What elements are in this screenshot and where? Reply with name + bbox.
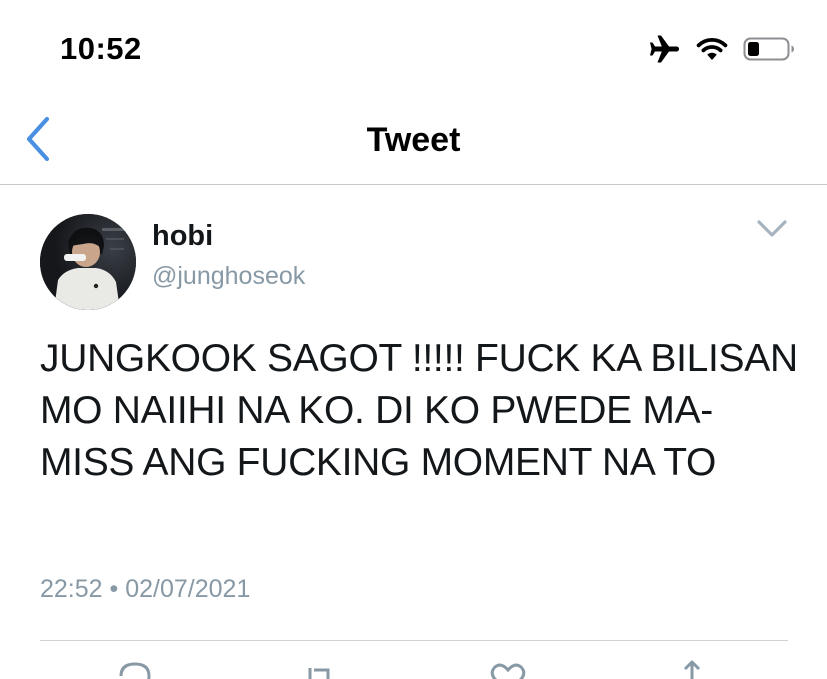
- retweet-button[interactable]: [298, 658, 338, 679]
- status-time: 10:52: [60, 31, 142, 66]
- tweet-menu-button[interactable]: [752, 215, 792, 243]
- wifi-icon: [695, 36, 729, 67]
- tweet-time: 22:52: [40, 575, 103, 603]
- display-name[interactable]: hobi: [152, 219, 213, 253]
- meta-separator: •: [109, 575, 119, 603]
- action-bar: [0, 658, 827, 679]
- divider: [40, 640, 788, 641]
- like-button[interactable]: [488, 658, 528, 679]
- nav-bar: Tweet: [0, 100, 827, 185]
- page-title: Tweet: [366, 121, 461, 159]
- tweet-timestamp: 22:52 • 02/07/2021: [40, 573, 250, 605]
- avatar[interactable]: [40, 214, 136, 310]
- status-bar: 10:52: [0, 0, 827, 100]
- battery-icon: [743, 36, 795, 67]
- user-handle[interactable]: @junghoseok: [152, 260, 305, 292]
- airplane-icon: [649, 34, 681, 69]
- tweet-date: 02/07/2021: [125, 575, 251, 603]
- reply-button[interactable]: [115, 658, 155, 679]
- share-button[interactable]: [672, 658, 712, 679]
- tweet-text: JUNGKOOK SAGOT !!!!! FUCK KA BILISAN MO …: [40, 337, 798, 484]
- chevron-down-icon: [752, 220, 792, 247]
- status-icons: [649, 34, 795, 69]
